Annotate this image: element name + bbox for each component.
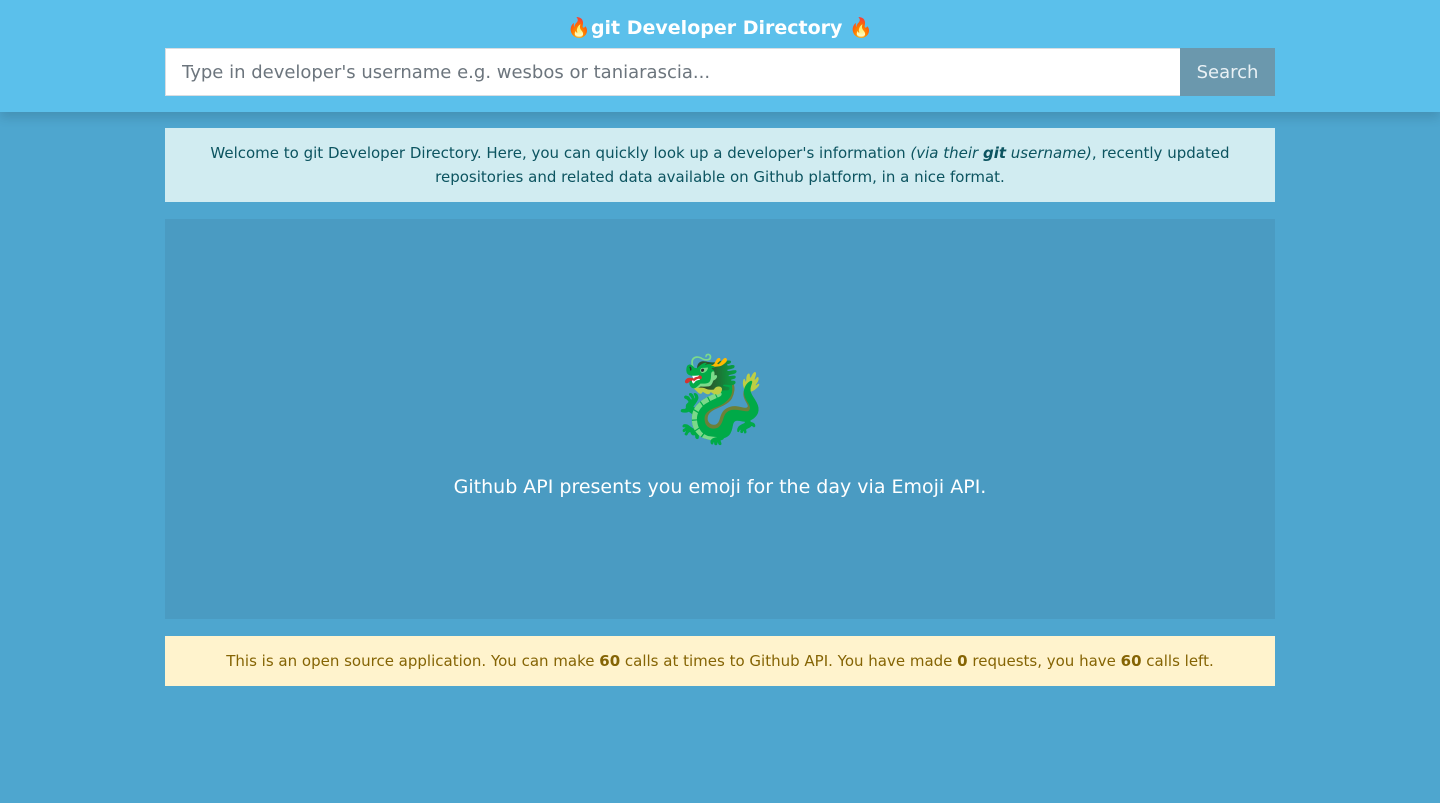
- fire-icon: 🔥: [849, 17, 873, 39]
- rate-text-4: calls left.: [1141, 652, 1214, 670]
- app-header: 🔥git Developer Directory 🔥 Search: [0, 0, 1440, 112]
- dragon-face-icon: 🐉: [667, 350, 773, 448]
- rate-limit-notice: This is an open source application. You …: [165, 636, 1275, 686]
- rate-limit-count: 60: [599, 652, 621, 670]
- info-text-start: Welcome to git Developer Directory. Here…: [210, 144, 911, 162]
- rate-text-1: This is an open source application. You …: [226, 652, 600, 670]
- search-bar: Search: [165, 48, 1275, 96]
- search-button[interactable]: Search: [1180, 48, 1275, 96]
- rate-text-2: calls at times to Github API. You have m…: [620, 652, 958, 670]
- app-title: 🔥git Developer Directory 🔥: [0, 14, 1440, 42]
- info-git-bold: git: [982, 144, 1007, 162]
- rate-text-3: requests, you have: [967, 652, 1121, 670]
- calls-left-count: 60: [1120, 652, 1142, 670]
- app-title-text: git Developer Directory: [590, 17, 843, 39]
- emoji-caption: Github API presents you emoji for the da…: [453, 476, 987, 498]
- info-italic-end: username): [1006, 144, 1092, 162]
- requests-made-count: 0: [957, 652, 968, 670]
- search-input[interactable]: [165, 48, 1180, 96]
- info-italic-start: (via their: [910, 144, 983, 162]
- fire-icon: 🔥: [567, 17, 591, 39]
- welcome-info-box: Welcome to git Developer Directory. Here…: [165, 128, 1275, 202]
- emoji-of-the-day-panel: 🐉 Github API presents you emoji for the …: [165, 219, 1275, 619]
